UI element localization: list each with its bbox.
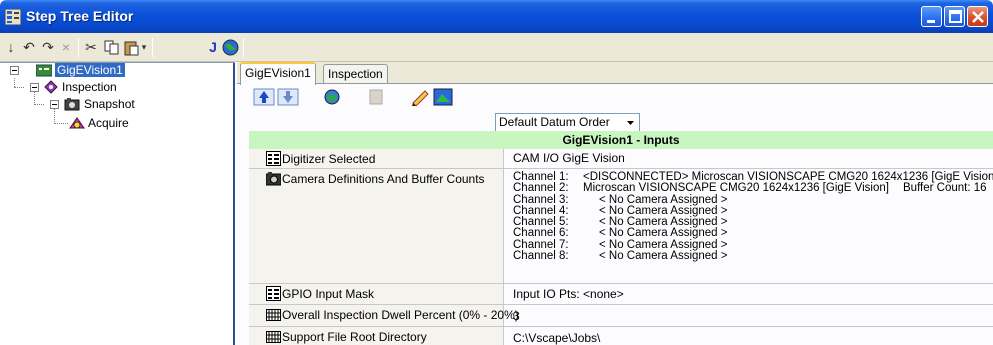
copy-icon[interactable] [104,39,120,56]
digitizer-icon [36,64,52,77]
delete-icon[interactable]: × [60,39,72,56]
paste-icon[interactable] [124,39,140,56]
property-row-digitizer[interactable]: Digitizer Selected CAM I/O GigE Vision [249,149,993,169]
numeric-property-icon [266,331,281,343]
property-name: GPIO Input Mask [249,284,504,304]
close-button[interactable] [967,6,988,27]
collapse-inspection-toggle[interactable] [30,83,39,92]
datum-order-value: Default Datum Order [499,115,610,129]
cut-icon[interactable]: ✂ [84,39,98,56]
section-title: GigEVision1 - Inputs [249,131,993,149]
edit-pencil-icon[interactable] [410,88,432,106]
channel-row: Channel 2: Microscan VISIONSCAPE CMG20 1… [513,182,993,195]
property-label: Support File Root Directory [282,330,427,344]
tree-connector [14,78,15,87]
tree-connector [34,104,44,105]
property-value: 3 [513,309,520,323]
property-row-support-directory[interactable]: Support File Root Directory C:\Vscape\Jo… [249,327,993,345]
property-label: GPIO Input Mask [282,287,375,301]
undo-icon[interactable]: ↶ [22,39,36,56]
property-name: Camera Definitions And Buffer Counts [249,169,504,283]
property-row-camera-definitions[interactable]: Camera Definitions And Buffer Counts Cha… [249,169,993,284]
tree-item-label: Inspection [62,80,117,94]
property-label: Digitizer Selected [282,152,376,166]
channel-row: Channel 4: < No Camera Assigned > [513,205,993,217]
move-down-icon[interactable] [277,88,299,106]
channel-label: Channel 2: [513,182,569,195]
j-icon[interactable]: J [207,39,219,56]
datum-order-select[interactable]: Default Datum Order [495,113,640,132]
property-value: CAM I/O GigE Vision [513,151,625,165]
channel-row: Channel 3: < No Camera Assigned > [513,194,993,206]
property-row-dwell-percent[interactable]: Overall Inspection Dwell Percent (0% - 2… [249,305,993,327]
tree-connector [14,87,24,88]
globe-icon[interactable] [222,39,239,56]
close-icon [972,11,984,23]
property-label: Camera Definitions And Buffer Counts [282,172,485,186]
property-name: Support File Root Directory [249,327,504,345]
tree-item-label: GigEVision1 [55,63,125,77]
tab-inspection[interactable]: Inspection [323,64,388,84]
channel-row: Channel 5: < No Camera Assigned > [513,216,993,228]
tree-item-snapshot[interactable]: Snapshot [64,97,135,111]
tab-label: Inspection [328,67,383,81]
disabled-tool-icon[interactable] [365,88,387,106]
acquire-icon [69,117,85,129]
step-properties-icon[interactable] [321,88,343,106]
property-name: Overall Inspection Dwell Percent (0% - 2… [249,305,519,326]
tab-content: Default Datum Order GigEVision1 - Inputs… [237,83,993,345]
step-tree-panel: GigEVision1 Inspection Snapshot Acquire [0,62,235,345]
chevron-down-icon [627,121,634,125]
property-label: Overall Inspection Dwell Percent (0% - 2… [282,308,519,322]
channel-row: Channel 6: < No Camera Assigned > [513,228,993,240]
camera-icon [266,172,281,186]
tree-item-label: Acquire [88,116,129,130]
channel-row: Channel 7: < No Camera Assigned > [513,239,993,251]
down-arrow-icon[interactable]: ↓ [5,39,17,56]
toolbar-separator [243,38,244,57]
list-property-icon [266,151,281,166]
maximize-icon [949,10,962,23]
tab-strip: GigEVision1 Inspection [237,62,993,85]
redo-icon[interactable]: ↷ [41,39,55,56]
camera-icon [64,98,80,111]
list-property-icon [266,286,281,301]
collapse-snapshot-toggle[interactable] [50,100,59,109]
channel-value: < No Camera Assigned > [599,250,728,263]
minimize-icon [927,20,935,23]
window-title: Step Tree Editor [26,8,134,24]
buffer-count: Buffer Count: 16 [903,182,987,195]
camera-channel-list: Channel 1: <DISCONNECTED> Microscan VISI… [513,171,993,263]
toolbar-separator [152,38,153,57]
image-view-icon[interactable] [432,88,454,106]
main-toolbar: ↓ ↶ ↷ × ✂ ▾ J [0,33,993,62]
property-value: Input IO Pts: <none> [513,287,624,301]
tree-connector [54,109,55,124]
property-row-gpio[interactable]: GPIO Input Mask Input IO Pts: <none> [249,284,993,305]
channel-label: Channel 8: [513,250,569,263]
paste-dropdown-chevron-icon[interactable]: ▾ [140,39,148,56]
tree-item-acquire[interactable]: Acquire [68,116,129,130]
tree-connector [54,123,68,124]
channel-row: Channel 8: < No Camera Assigned > [513,250,993,263]
toolbar-separator [78,38,79,57]
collapse-root-toggle[interactable] [10,66,19,75]
property-name: Digitizer Selected [249,149,504,168]
title-bar: Step Tree Editor [0,0,993,33]
tab-gigevision1[interactable]: GigEVision1 [240,62,316,85]
minimize-button[interactable] [921,6,942,27]
step-tree-app-icon [5,9,21,25]
tree-item-inspection[interactable]: Inspection [44,80,117,94]
inspection-icon [44,80,58,94]
channel-value: Microscan VISIONSCAPE CMG20 1624x1236 [G… [583,182,889,195]
maximize-button[interactable] [944,6,965,27]
properties-panel: GigEVision1 Inspection Default Datum Ord… [237,62,993,345]
move-up-icon[interactable] [253,88,275,106]
property-value: C:\Vscape\Jobs\ [513,331,601,345]
numeric-property-icon [266,309,281,321]
tree-item-gigevision1[interactable]: GigEVision1 [36,63,125,77]
tree-item-label: Snapshot [84,97,135,111]
tab-label: GigEVision1 [245,66,311,80]
